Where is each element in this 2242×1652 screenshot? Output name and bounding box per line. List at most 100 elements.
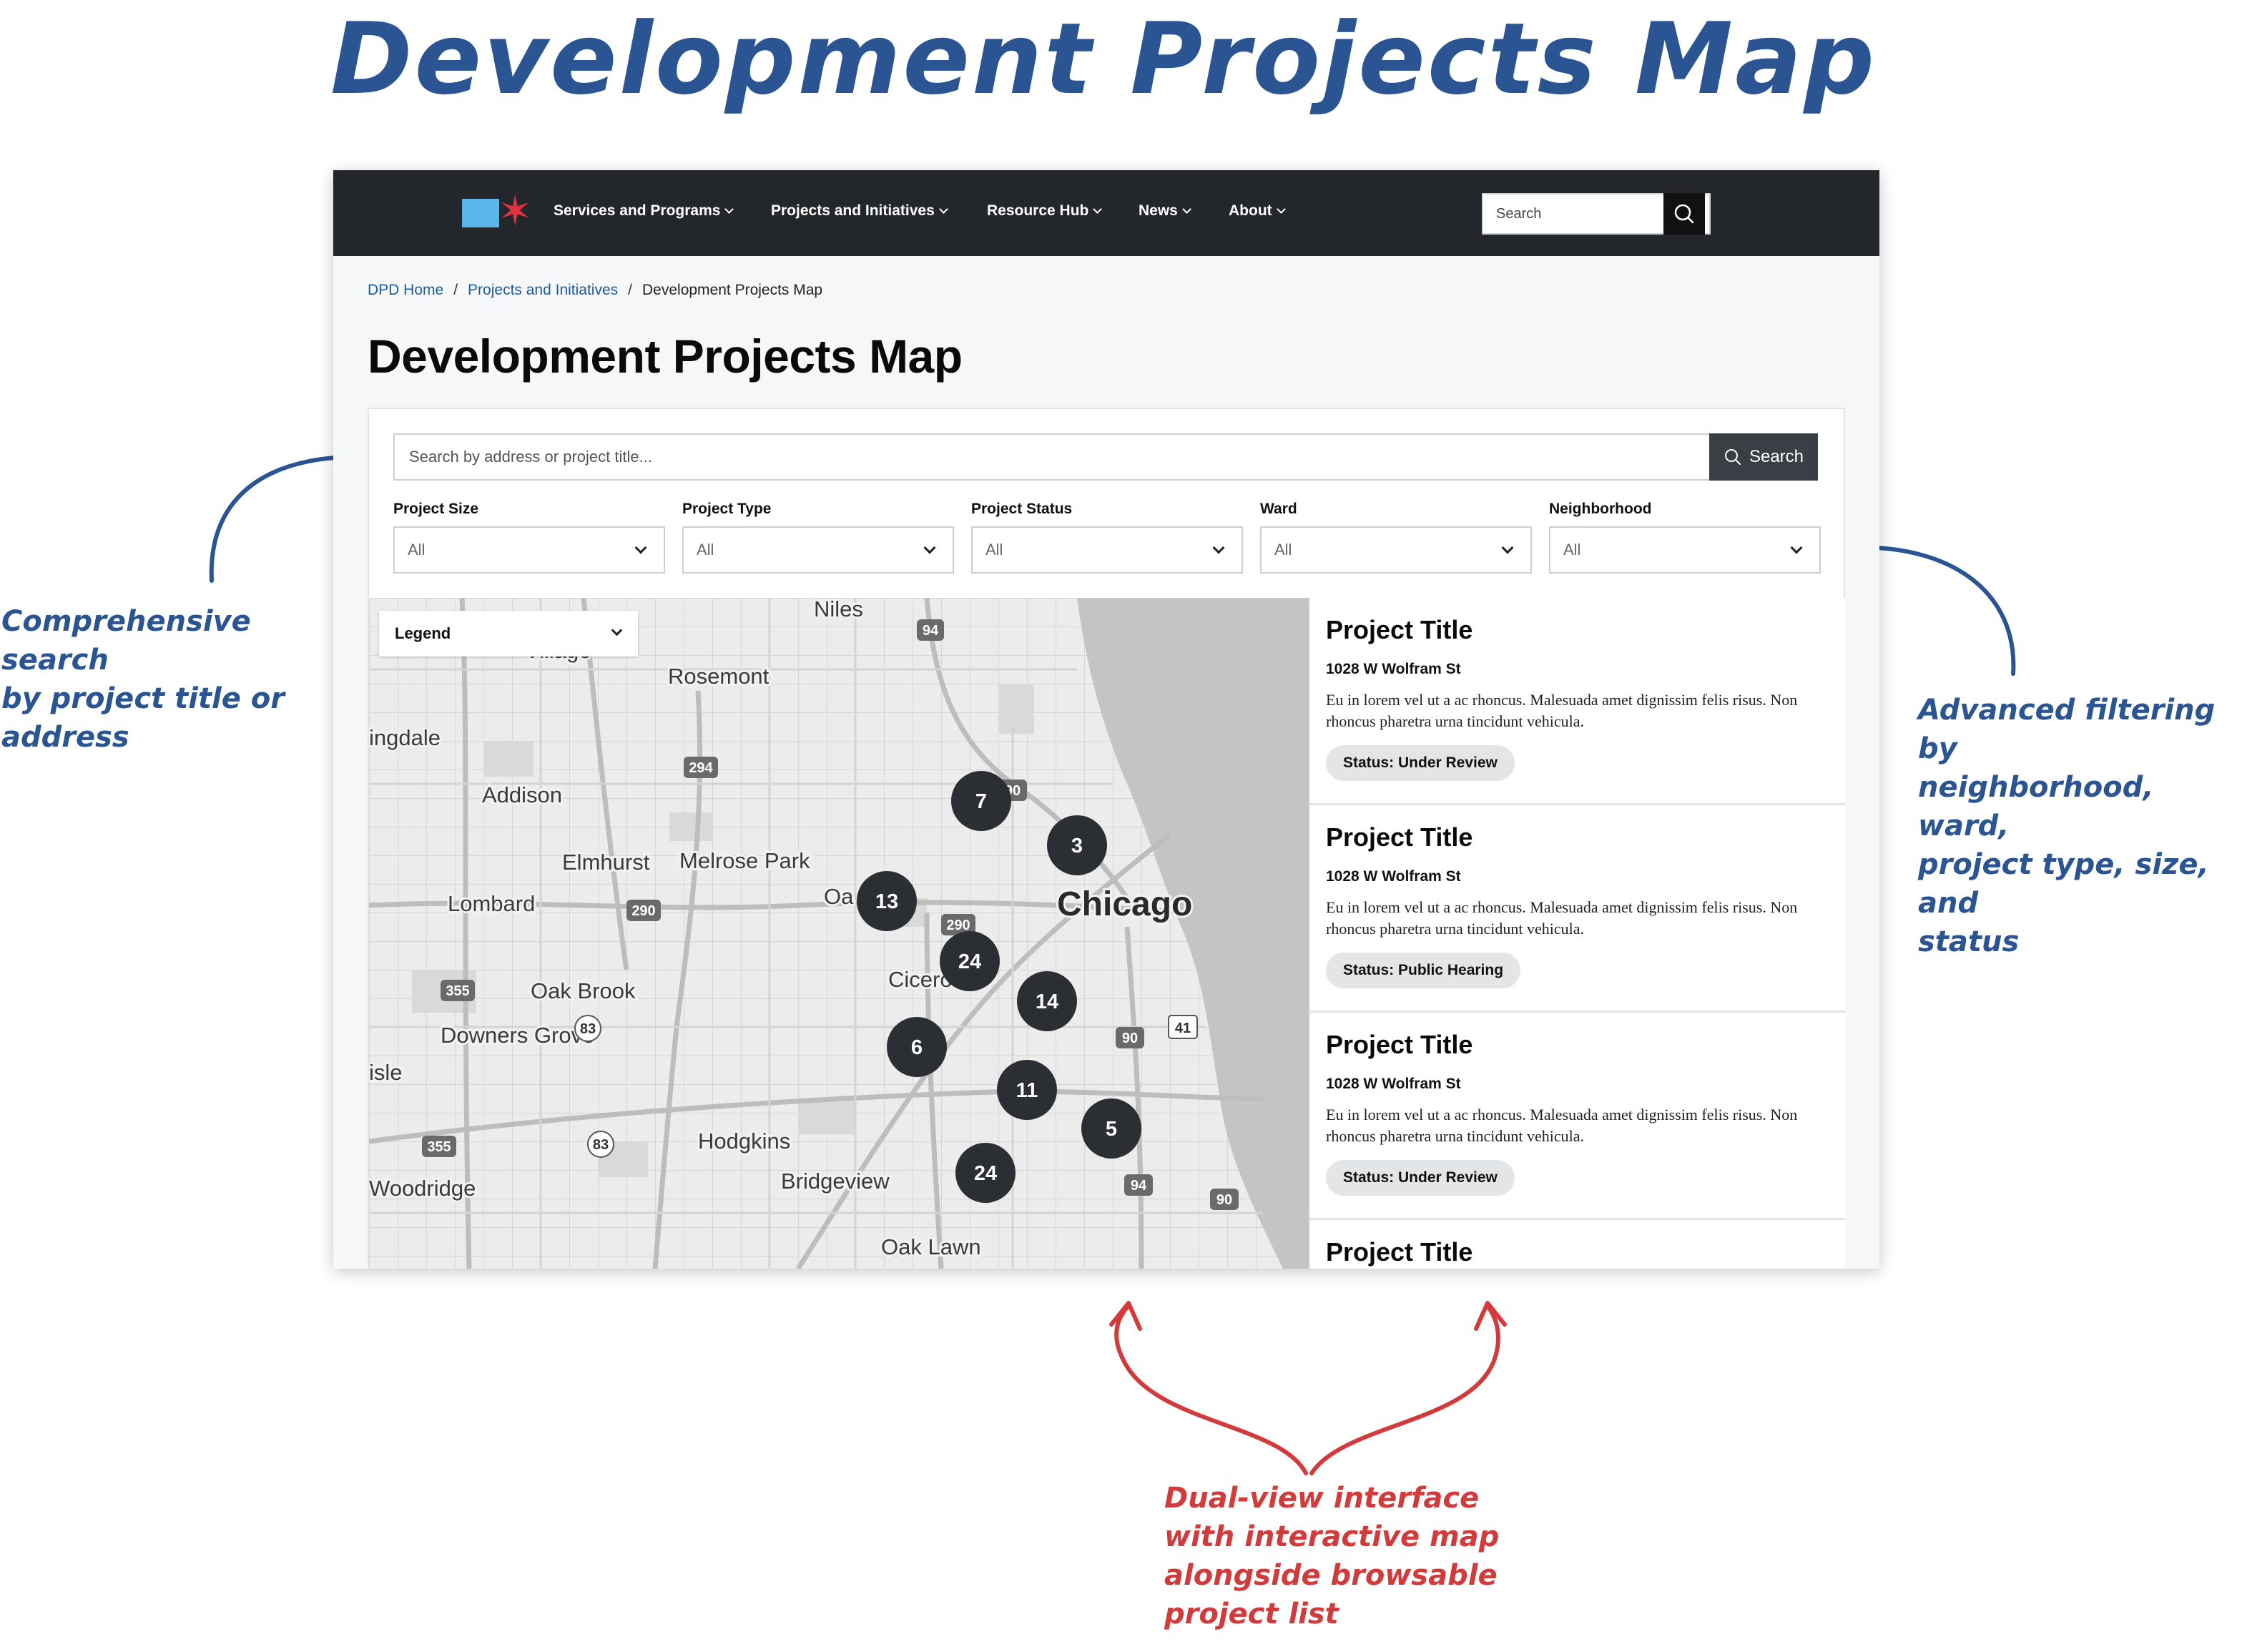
filter-project-status-select[interactable]: All: [971, 526, 1243, 574]
map-cluster-marker[interactable]: 24: [940, 931, 1000, 991]
map-label-melrose-park: Melrose Park: [679, 848, 810, 873]
breadcrumb-home-link[interactable]: DPD Home: [368, 282, 443, 298]
arrowhead-list-icon: [1474, 1301, 1507, 1331]
city-logo[interactable]: ✶: [462, 189, 541, 235]
map-label-downers-grove: Downers Grove: [441, 1023, 594, 1048]
filter-ward-select[interactable]: All: [1260, 526, 1532, 574]
status-badge: Status: Under Review: [1326, 1160, 1515, 1196]
nav-services-and-programs[interactable]: Services and Programs: [554, 200, 734, 222]
breadcrumb-separator: /: [628, 282, 632, 298]
project-address: 1028 W Wolfram St: [1326, 1076, 1461, 1092]
hero-title: Development Projects Map: [330, 1, 1877, 117]
filter-label-project-status: Project Status: [971, 501, 1073, 517]
project-search-button[interactable]: Search: [1709, 433, 1818, 481]
map-label-lombard: Lombard: [448, 891, 535, 916]
map-cluster-marker[interactable]: 6: [887, 1017, 947, 1077]
breadcrumb-separator: /: [453, 282, 458, 298]
map-cluster-marker[interactable]: 11: [997, 1060, 1057, 1120]
filter-neighborhood-select[interactable]: All: [1549, 526, 1821, 574]
star-icon: ✶: [498, 188, 533, 235]
search-button-label: Search: [1749, 447, 1804, 466]
project-card[interactable]: Project Title: [1310, 1220, 1845, 1269]
chevron-down-icon: [611, 624, 623, 636]
chevron-down-icon: [1790, 541, 1803, 554]
map-canvas[interactable]: Niles Rosemont ingdale Addison Elmhurst …: [369, 598, 1309, 1269]
highway-shield-icon: 90: [1116, 1027, 1144, 1048]
project-title[interactable]: Project Title: [1326, 1030, 1472, 1060]
top-navigation: ✶ Services and Programs Projects and Ini…: [333, 170, 1879, 256]
chevron-down-icon: [634, 541, 647, 554]
arrowhead-map-icon: [1109, 1301, 1142, 1331]
svg-text:83: 83: [580, 1021, 596, 1037]
nav-resource-hub[interactable]: Resource Hub: [987, 200, 1103, 222]
svg-text:94: 94: [923, 623, 939, 639]
svg-text:94: 94: [1131, 1178, 1147, 1194]
legend-label: Legend: [395, 624, 451, 642]
svg-text:3: 3: [1071, 835, 1083, 857]
svg-text:13: 13: [875, 890, 898, 913]
map-cluster-marker[interactable]: 14: [1017, 971, 1077, 1031]
filter-value: All: [985, 541, 1003, 559]
chevron-down-icon: [1093, 205, 1103, 214]
chevron-down-icon: [938, 205, 948, 214]
highway-shield-icon: 83: [574, 1015, 601, 1042]
map-cluster-marker[interactable]: 7: [951, 771, 1011, 831]
project-search-input[interactable]: [393, 433, 1711, 481]
search-icon: [1724, 449, 1741, 465]
breadcrumb-current: Development Projects Map: [642, 282, 823, 298]
project-card[interactable]: Project Title 1028 W Wolfram St Eu in lo…: [1310, 805, 1845, 1013]
project-list[interactable]: Project Title 1028 W Wolfram St Eu in lo…: [1309, 598, 1845, 1269]
filter-project-type-select[interactable]: All: [682, 526, 954, 574]
nav-search-button[interactable]: [1663, 193, 1705, 235]
map-cluster-marker[interactable]: 13: [857, 871, 917, 931]
nav-news[interactable]: News: [1139, 200, 1191, 222]
svg-text:355: 355: [427, 1139, 451, 1155]
project-description: Eu in lorem vel ut a ac rhoncus. Malesua…: [1326, 691, 1798, 730]
map-cluster-marker[interactable]: 24: [955, 1143, 1016, 1203]
chevron-down-icon: [1276, 205, 1286, 214]
highway-shield-icon: 83: [587, 1131, 614, 1158]
filter-project-size-select[interactable]: All: [393, 526, 665, 574]
map-legend-dropdown[interactable]: Legend: [379, 611, 638, 657]
svg-text:83: 83: [593, 1137, 609, 1153]
map-label-woodridge: Woodridge: [369, 1176, 476, 1201]
svg-text:290: 290: [946, 918, 970, 933]
map-label-hodgkins: Hodgkins: [698, 1129, 790, 1154]
project-title[interactable]: Project Title: [1326, 615, 1472, 645]
status-badge: Status: Public Hearing: [1326, 953, 1521, 988]
interactive-map[interactable]: Niles Rosemont ingdale Addison Elmhurst …: [369, 598, 1309, 1269]
highway-shield-icon: 94: [1124, 1174, 1153, 1196]
highway-shield-icon: 294: [684, 757, 718, 778]
map-cluster-marker[interactable]: 5: [1081, 1098, 1141, 1159]
project-card[interactable]: Project Title 1028 W Wolfram St Eu in lo…: [1310, 598, 1845, 805]
project-title[interactable]: Project Title: [1326, 822, 1472, 852]
arrow-to-list-icon: [1309, 1304, 1500, 1475]
project-card[interactable]: Project Title 1028 W Wolfram St Eu in lo…: [1310, 1013, 1845, 1220]
annotation-dual-view: Dual-view interface with interactive map…: [1164, 1482, 1500, 1631]
project-title[interactable]: Project Title: [1326, 1237, 1472, 1267]
annotation-search: Comprehensive search by project title or…: [1, 605, 285, 754]
breadcrumb-section-link[interactable]: Projects and Initiatives: [468, 282, 618, 298]
nav-projects-and-initiatives[interactable]: Projects and Initiatives: [771, 200, 948, 222]
svg-text:90: 90: [1216, 1192, 1232, 1208]
map-cluster-marker[interactable]: 3: [1047, 815, 1107, 875]
svg-text:24: 24: [974, 1162, 997, 1185]
nav-label: Projects and Initiatives: [771, 202, 935, 219]
status-badge: Status: Under Review: [1326, 745, 1515, 781]
map-label-bridgeview: Bridgeview: [781, 1169, 890, 1194]
svg-text:11: 11: [1016, 1079, 1038, 1102]
chevron-down-icon: [724, 205, 734, 214]
filter-label-project-type: Project Type: [682, 501, 772, 517]
project-description: Eu in lorem vel ut a ac rhoncus. Malesua…: [1326, 1106, 1798, 1145]
highway-shield-icon: 355: [422, 1136, 456, 1157]
page-title: Development Projects Map: [368, 330, 963, 383]
svg-text:6: 6: [911, 1036, 923, 1059]
svg-text:14: 14: [1036, 990, 1058, 1013]
map-label-elmhurst: Elmhurst: [562, 850, 650, 875]
map-label-rosemont: Rosemont: [668, 664, 770, 689]
filter-value: All: [697, 541, 714, 559]
breadcrumb: DPD Home / Projects and Initiatives / Develo…: [368, 282, 822, 299]
svg-text:41: 41: [1175, 1021, 1191, 1036]
chevron-down-icon: [1181, 205, 1191, 214]
nav-about[interactable]: About: [1229, 200, 1286, 222]
